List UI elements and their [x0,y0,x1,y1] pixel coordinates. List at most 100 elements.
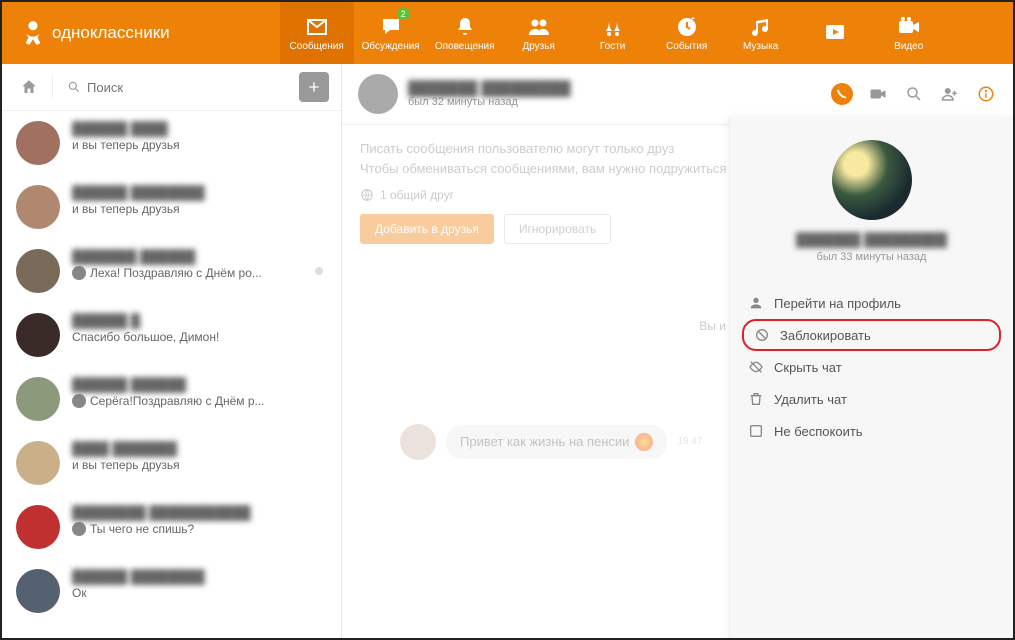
friends-icon [527,15,551,39]
conversation-name: ██████ ████ [72,121,327,136]
call-button[interactable] [831,83,853,105]
nav-item-mail[interactable]: Сообщения [280,2,354,64]
mail-icon [305,15,329,39]
conversation-preview: Леха! Поздравляю с Днём ро... [72,266,327,280]
nav-item-bell[interactable]: Оповещения [428,2,502,64]
nav-item-music[interactable]: Музыка [724,2,798,64]
chat-info-button[interactable] [975,83,997,105]
top-header: одноклассники СообщенияОбсуждения2 Оповещ… [2,2,1013,64]
conversation-preview: Спасибо большое, Димон! [72,330,327,344]
trash-icon [748,391,764,407]
nav-item-events[interactable]: События [650,2,724,64]
new-conversation-button[interactable] [299,72,329,102]
conversation-item[interactable]: ████ ███████ и вы теперь друзья [2,431,341,495]
nav-badge: 2 [397,8,410,20]
conversation-item[interactable]: ███████ ██████ Леха! Поздравляю с Днём р… [2,239,341,303]
dnd-icon [748,423,764,439]
hide-icon [748,359,764,375]
drawer-item-dnd[interactable]: Не беспокоить [742,415,1001,447]
video-icon [897,15,921,39]
mini-avatar [72,522,86,536]
conversation-item[interactable]: ██████ ████████ Ок [2,559,341,623]
conversation-preview: и вы теперь друзья [72,138,327,152]
nav-label: События [666,41,707,52]
home-icon [20,78,38,96]
home-button[interactable] [14,72,44,102]
message-time: 19:47 [677,436,702,447]
nav-label: Оповещения [435,41,495,52]
conversation-item[interactable]: ██████ █ Спасибо большое, Димон! [2,303,341,367]
brand-logo[interactable]: одноклассники [22,18,170,48]
conversation-preview: Ты чего не спишь? [72,522,327,536]
plus-icon [306,79,322,95]
drawer-user-name[interactable]: ███████ █████████ [742,232,1001,247]
nav-item-video[interactable]: Видео [872,2,946,64]
search-icon [905,85,923,103]
conversation-preview: Серёга!Поздравляю с Днём р... [72,394,327,408]
add-participant-button[interactable] [939,83,961,105]
add-user-icon [941,85,959,103]
conversation-item[interactable]: ████████ ███████████ Ты чего не спишь? [2,495,341,559]
nav-label: Друзья [522,41,554,52]
search-input[interactable] [87,80,285,95]
profile-drawer: ███████ █████████ был 33 минуты назад Пе… [729,116,1013,638]
drawer-item-profile[interactable]: Перейти на профиль [742,287,1001,319]
mutual-friends-text: 1 общий друг [380,188,454,202]
avatar [16,505,60,549]
block-icon [754,327,770,343]
message-text: Привет как жизнь на пенсии [460,434,629,449]
conversation-name: ██████ ████████ [72,185,327,200]
conversation-name: ████ ███████ [72,441,327,456]
conversation-preview: Ок [72,586,327,600]
avatar [16,249,60,293]
drawer-item-label: Перейти на профиль [774,296,901,311]
chat-actions [831,83,997,105]
conversation-item[interactable]: ██████ ████████ и вы теперь друзья [2,175,341,239]
separator [52,75,53,99]
conversation-list: ██████ ████ и вы теперь друзья ██████ ██… [2,111,341,638]
nav-label: Видео [894,41,923,52]
avatar [16,121,60,165]
conversation-name: ███████ ██████ [72,249,327,264]
drawer-item-block[interactable]: Заблокировать [742,319,1001,351]
add-friend-button[interactable]: Добавить в друзья [360,214,494,244]
brand-text: одноклассники [52,23,170,43]
drawer-item-label: Не беспокоить [774,424,863,439]
conversation-name: ██████ █ [72,313,327,328]
drawer-avatar[interactable] [832,140,912,220]
nav-item-chat[interactable]: Обсуждения2 [354,2,428,64]
info-icon [977,85,995,103]
drawer-item-label: Заблокировать [780,328,871,343]
nav-item-friends[interactable]: Друзья [502,2,576,64]
conversation-preview: и вы теперь друзья [72,202,327,216]
play-icon [823,20,847,44]
chat-title[interactable]: ███████ █████████ [408,80,571,96]
drawer-subtitle: был 33 минуты назад [742,251,1001,263]
ignore-button[interactable]: Игнорировать [504,214,611,244]
chat-subtitle: был 32 минуты назад [408,96,571,108]
conversation-item[interactable]: ██████ ████ и вы теперь друзья [2,111,341,175]
search-field[interactable] [61,76,291,99]
avatar [16,185,60,229]
message-avatar[interactable] [400,424,436,460]
nav-label: Музыка [743,41,778,52]
guests-icon [601,15,625,39]
nav-item-play[interactable] [798,2,872,64]
drawer-item-trash[interactable]: Удалить чат [742,383,1001,415]
bell-icon [453,15,477,39]
drawer-item-hide[interactable]: Скрыть чат [742,351,1001,383]
video-call-button[interactable] [867,83,889,105]
top-nav: СообщенияОбсуждения2 Оповещения Друзья Гост… [280,2,946,64]
emoji-icon [635,433,653,451]
conversation-item[interactable]: ██████ ██████ Серёга!Поздравляю с Днём р… [2,367,341,431]
nav-item-guests[interactable]: Гости [576,2,650,64]
drawer-item-label: Удалить чат [774,392,847,407]
nav-label: Гости [600,41,625,52]
avatar [16,569,60,613]
drawer-item-label: Скрыть чат [774,360,842,375]
chat-avatar[interactable] [358,74,398,114]
conversation-preview: и вы теперь друзья [72,458,327,472]
chat-search-button[interactable] [903,83,925,105]
search-icon [67,80,81,94]
body: ██████ ████ и вы теперь друзья ██████ ██… [2,64,1013,638]
